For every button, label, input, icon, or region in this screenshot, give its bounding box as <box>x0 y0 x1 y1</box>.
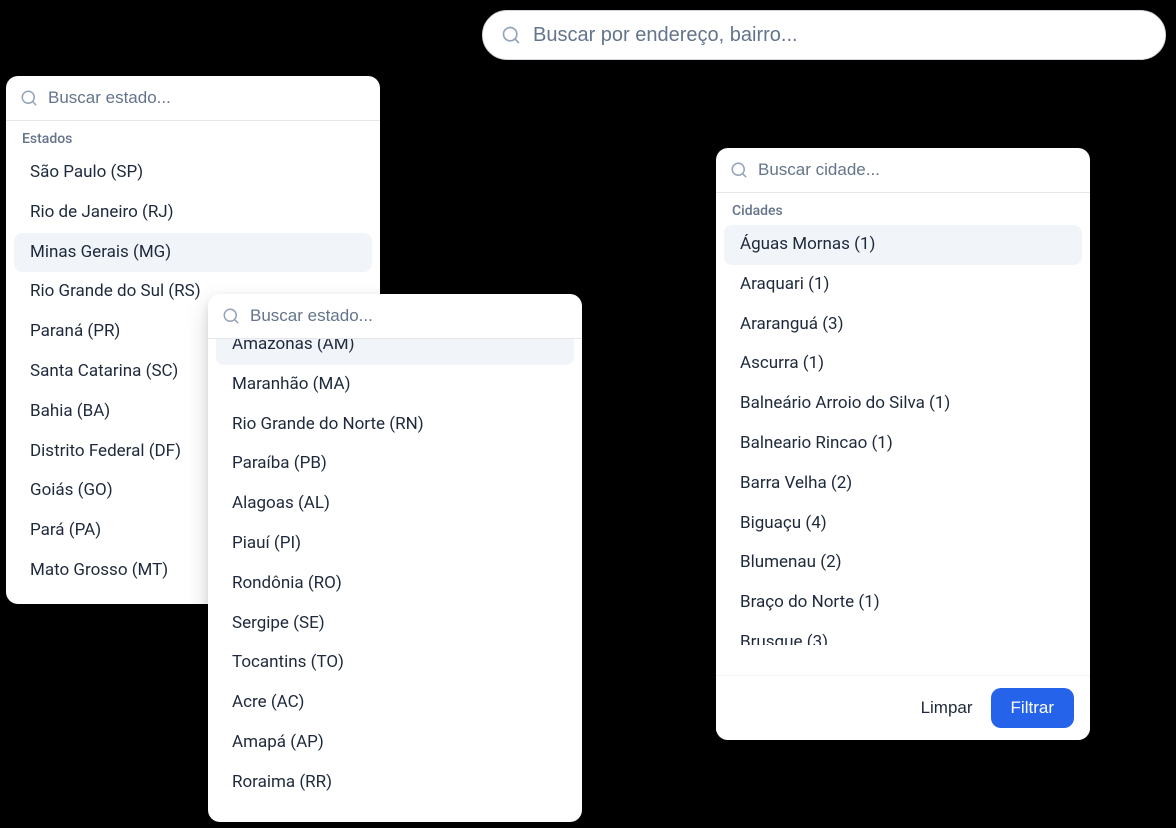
state-list-item[interactable]: Amapá (AP) <box>216 723 574 763</box>
state-list-item[interactable]: Piauí (PI) <box>216 524 574 564</box>
city-list-item[interactable]: Biguaçu (4) <box>724 504 1082 544</box>
state-search-input[interactable] <box>250 306 568 326</box>
city-list-item[interactable]: Araquari (1) <box>724 265 1082 305</box>
state-list-item[interactable]: Minas Gerais (MG) <box>14 233 372 273</box>
address-search-input[interactable] <box>533 24 1147 47</box>
state-list-item[interactable]: Paraíba (PB) <box>216 444 574 484</box>
states-dropdown-panel-scrolled: Amazonas (AM)Maranhão (MA)Rio Grande do … <box>208 294 582 822</box>
city-list-item[interactable]: Brusque (3) <box>724 623 1082 645</box>
city-list-item[interactable]: Balneário Arroio do Silva (1) <box>724 384 1082 424</box>
filter-button[interactable]: Filtrar <box>991 688 1074 728</box>
cities-panel-footer: Limpar Filtrar <box>716 675 1090 740</box>
state-list-item[interactable]: Roraima (RR) <box>216 763 574 803</box>
state-search-row <box>6 76 380 121</box>
state-list-item[interactable]: Rondônia (RO) <box>216 564 574 604</box>
address-search-bar[interactable] <box>482 10 1166 60</box>
state-list-item[interactable]: Sergipe (SE) <box>216 604 574 644</box>
state-search-input[interactable] <box>48 88 366 108</box>
state-list-item[interactable]: Maranhão (MA) <box>216 365 574 405</box>
state-list-item[interactable]: Rio de Janeiro (RJ) <box>14 193 372 233</box>
city-list-item[interactable]: Balneario Rincao (1) <box>724 424 1082 464</box>
search-icon <box>222 307 240 325</box>
state-list-item[interactable]: Alagoas (AL) <box>216 484 574 524</box>
city-list-item[interactable]: Ascurra (1) <box>724 344 1082 384</box>
state-list-item[interactable]: São Paulo (SP) <box>14 153 372 193</box>
state-list-item[interactable]: Amazonas (AM) <box>216 339 574 365</box>
city-list-item[interactable]: Araranguá (3) <box>724 305 1082 345</box>
cities-dropdown-panel: Cidades Águas Mornas (1)Araquari (1)Arar… <box>716 148 1090 740</box>
city-list-item[interactable]: Braço do Norte (1) <box>724 583 1082 623</box>
city-search-input[interactable] <box>758 160 1076 180</box>
section-header-cities: Cidades <box>716 193 1090 225</box>
city-list-item[interactable]: Blumenau (2) <box>724 543 1082 583</box>
state-list-item[interactable]: Tocantins (TO) <box>216 643 574 683</box>
city-search-row <box>716 148 1090 193</box>
clear-button[interactable]: Limpar <box>917 690 977 726</box>
cities-list: Águas Mornas (1)Araquari (1)Araranguá (3… <box>716 225 1090 675</box>
state-list-item[interactable]: Rio Grande do Norte (RN) <box>216 405 574 445</box>
search-icon <box>501 25 521 45</box>
section-header-states: Estados <box>6 121 380 153</box>
state-list-item[interactable]: Acre (AC) <box>216 683 574 723</box>
state-search-row <box>208 294 582 339</box>
city-list-item[interactable]: Águas Mornas (1) <box>724 225 1082 265</box>
city-list-item[interactable]: Barra Velha (2) <box>724 464 1082 504</box>
search-icon <box>730 161 748 179</box>
states-list: Amazonas (AM)Maranhão (MA)Rio Grande do … <box>208 339 582 822</box>
search-icon <box>20 89 38 107</box>
